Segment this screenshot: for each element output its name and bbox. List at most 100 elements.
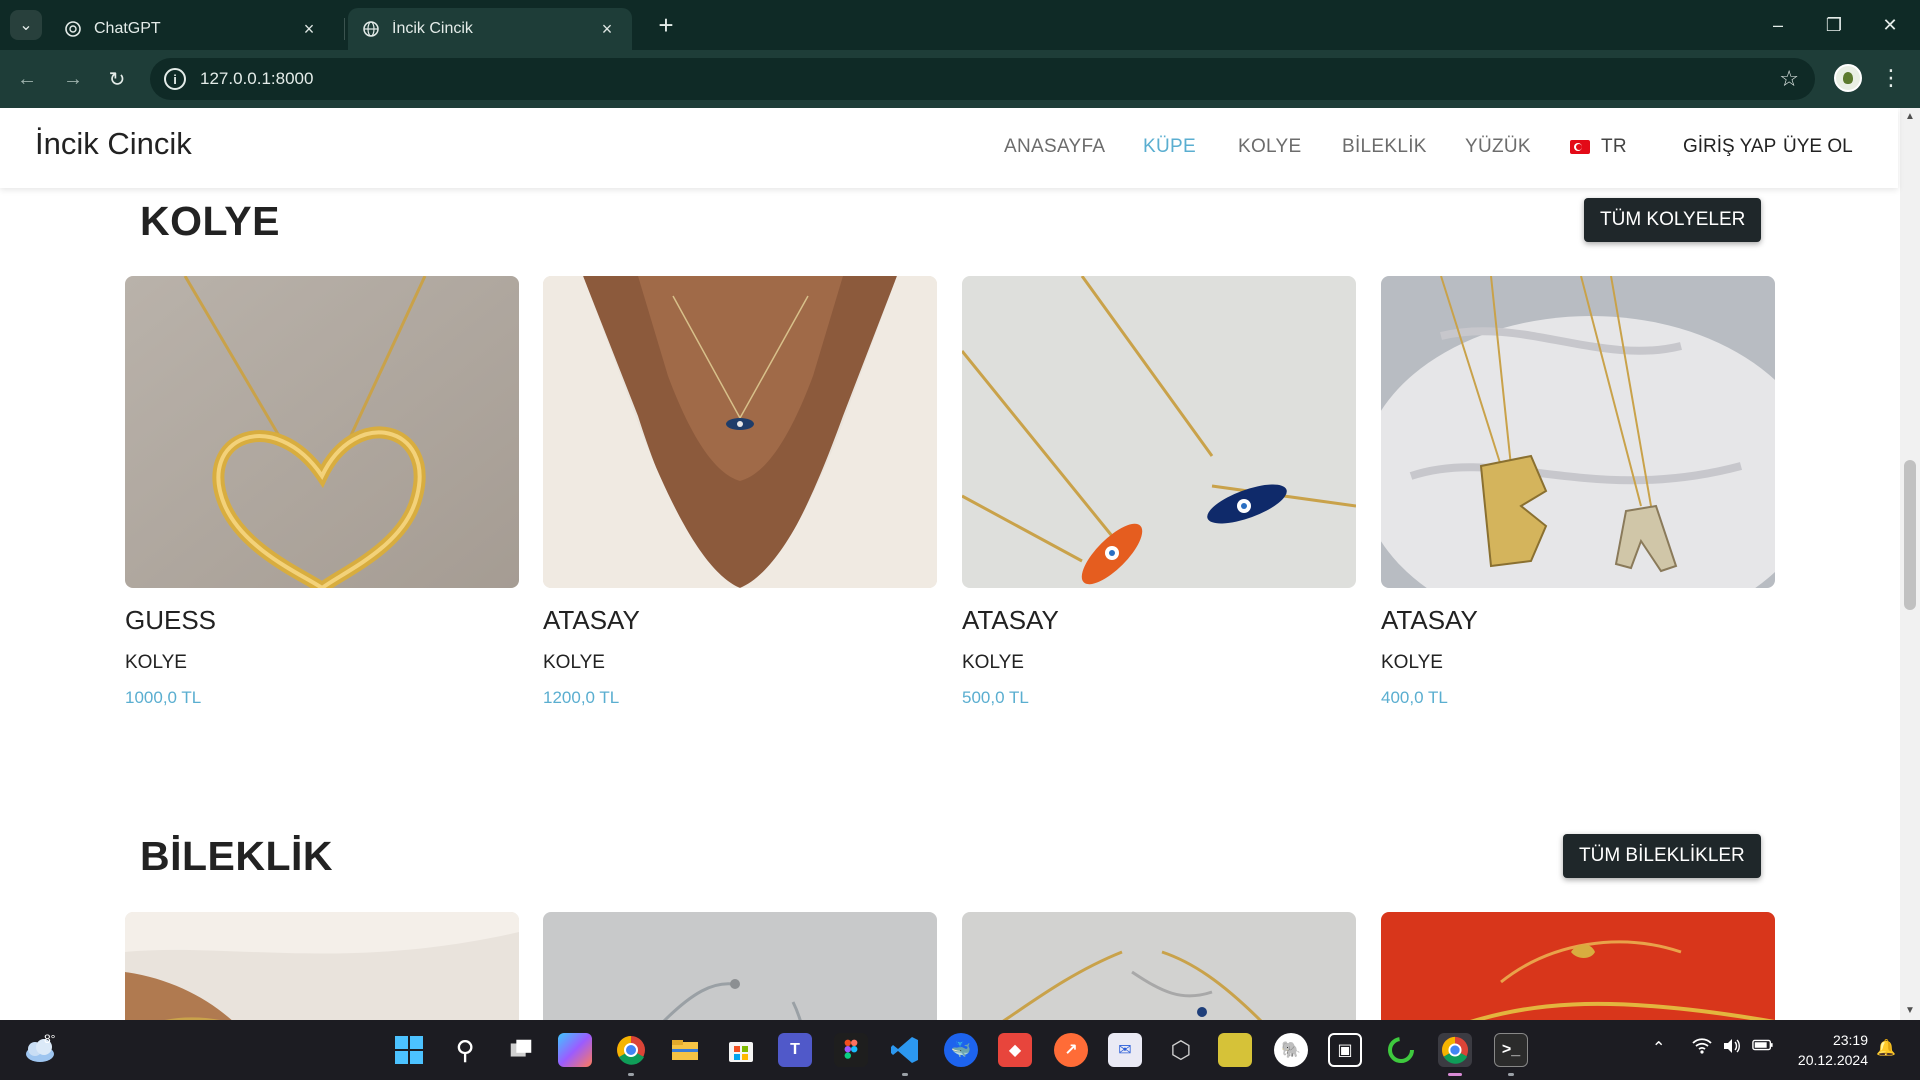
reload-button[interactable]: ↻ — [102, 64, 132, 94]
loading-ring-icon[interactable] — [1384, 1033, 1418, 1067]
nav-bileklik[interactable]: BİLEKLİK — [1342, 136, 1427, 158]
product-brand[interactable]: ATASAY — [543, 605, 640, 636]
product-brand[interactable]: GUESS — [125, 605, 216, 636]
all-necklaces-button[interactable]: TÜM KOLYELER — [1584, 198, 1762, 242]
chevron-down-icon: ⌄ — [19, 17, 33, 34]
section-title-kolye: KOLYE — [140, 198, 280, 244]
page-scrollbar[interactable]: ▲ ▼ — [1900, 108, 1920, 1020]
bookmark-star-icon[interactable]: ☆ — [1779, 66, 1799, 92]
turkey-flag-icon[interactable] — [1570, 140, 1590, 154]
chrome-active-icon[interactable] — [1438, 1033, 1472, 1067]
nav-kupe[interactable]: KÜPE — [1143, 136, 1196, 158]
weather-widget[interactable]: 8° — [22, 1032, 58, 1064]
product-category: KOLYE — [543, 652, 605, 673]
browser-menu-icon[interactable]: ⋮ — [1880, 62, 1902, 94]
microsoft-store-icon[interactable] — [724, 1033, 758, 1067]
product-image[interactable] — [543, 276, 937, 588]
chatgpt-icon — [65, 21, 81, 37]
arrow-left-icon: ← — [17, 67, 37, 90]
site-brand[interactable]: İncik Cincik — [35, 126, 192, 162]
product-image[interactable] — [1381, 912, 1775, 1020]
product-category: KOLYE — [125, 652, 187, 673]
search-icon[interactable]: ⚲ — [448, 1033, 482, 1067]
profile-avatar[interactable] — [1834, 64, 1862, 92]
arrow-right-icon: → — [63, 67, 83, 90]
info-icon[interactable]: i — [164, 68, 186, 90]
terminal-icon[interactable]: >_ — [1494, 1033, 1528, 1067]
file-explorer-icon[interactable] — [668, 1033, 702, 1067]
battery-icon[interactable] — [1752, 1038, 1774, 1057]
running-indicator — [628, 1073, 634, 1076]
login-link[interactable]: GİRİŞ YAP — [1683, 136, 1776, 158]
docker-icon[interactable]: 🐳 — [944, 1033, 978, 1067]
tab-search-button[interactable]: ⌄ — [10, 10, 42, 40]
running-indicator — [1508, 1073, 1514, 1076]
figma-icon[interactable] — [834, 1033, 868, 1067]
back-button[interactable]: ← — [12, 64, 42, 94]
all-bracelets-button[interactable]: TÜM BİLEKLİKLER — [1563, 834, 1761, 878]
running-indicator — [902, 1073, 908, 1076]
task-view-icon[interactable] — [504, 1033, 538, 1067]
product-image[interactable] — [1381, 276, 1775, 588]
scroll-up-arrow-icon[interactable]: ▲ — [1900, 108, 1920, 126]
product-image[interactable] — [125, 276, 519, 588]
section-title-bileklik: BİLEKLİK — [140, 833, 334, 879]
weather-temperature: 8° — [44, 1032, 56, 1046]
cube-app-icon[interactable]: ▣ — [1328, 1033, 1362, 1067]
register-link[interactable]: ÜYE OL — [1783, 136, 1853, 158]
nav-kolye[interactable]: KOLYE — [1238, 136, 1301, 158]
git-app-icon[interactable]: ◆ — [998, 1033, 1032, 1067]
close-icon[interactable]: × — [298, 18, 320, 40]
tab-title: İncik Cincik — [392, 20, 473, 37]
tab-title: ChatGPT — [94, 20, 161, 37]
nav-anasayfa[interactable]: ANASAYFA — [1004, 136, 1105, 158]
chrome-icon[interactable] — [614, 1033, 648, 1067]
forward-button[interactable]: → — [58, 64, 88, 94]
windows-start-icon[interactable] — [392, 1033, 426, 1067]
running-indicator — [1448, 1073, 1462, 1076]
product-brand[interactable]: ATASAY — [962, 605, 1059, 636]
new-tab-button[interactable]: + — [652, 12, 680, 40]
product-image[interactable] — [125, 912, 519, 1020]
product-price: 500,0 TL — [962, 688, 1029, 707]
product-brand[interactable]: ATASAY — [1381, 605, 1478, 636]
address-bar[interactable]: i 127.0.0.1:8000 ☆ — [150, 58, 1815, 100]
restore-button[interactable]: ❐ — [1806, 0, 1862, 50]
product-price: 1200,0 TL — [543, 688, 620, 707]
postman-icon[interactable]: ↗ — [1054, 1033, 1088, 1067]
tab-incik-cincik[interactable]: İncik Cincik × — [348, 8, 632, 50]
globe-icon — [363, 21, 379, 37]
reload-icon: ↻ — [108, 68, 126, 91]
chevron-up-icon[interactable]: ⌃ — [1652, 1038, 1665, 1058]
minimize-button[interactable]: – — [1750, 0, 1806, 50]
product-image[interactable] — [543, 912, 937, 1020]
vscode-icon[interactable] — [888, 1033, 922, 1067]
close-icon[interactable]: × — [596, 18, 618, 40]
unity-icon[interactable]: ⬡ — [1164, 1033, 1198, 1067]
language-selector[interactable]: TR — [1601, 136, 1627, 158]
window-close-button[interactable]: ✕ — [1862, 0, 1918, 50]
volume-icon[interactable] — [1722, 1038, 1742, 1059]
address-text: 127.0.0.1:8000 — [200, 69, 314, 88]
system-clock[interactable]: 23:19 20.12.2024 — [1788, 1030, 1868, 1070]
teams-icon[interactable]: T — [778, 1033, 812, 1067]
tab-divider — [344, 18, 345, 40]
product-image[interactable] — [962, 276, 1356, 588]
clock-time: 23:19 — [1832, 1032, 1868, 1048]
clock-date: 20.12.2024 — [1797, 1052, 1868, 1068]
windows-taskbar: 8° ⚲ T 🐳 ◆ ↗ ✉ ⬡ 🐘 ▣ >_ ⌃ 23:19 20.12.20… — [0, 1020, 1920, 1080]
site-navbar: İncik Cincik ANASAYFA KÜPE KOLYE BİLEKLİ… — [0, 108, 1898, 188]
product-price: 1000,0 TL — [125, 688, 202, 707]
pgadmin-icon[interactable]: 🐘 — [1274, 1033, 1308, 1067]
tab-chatgpt[interactable]: ChatGPT × — [50, 8, 334, 50]
scrollbar-thumb[interactable] — [1904, 460, 1916, 610]
wifi-icon[interactable] — [1692, 1038, 1712, 1059]
product-image[interactable] — [962, 912, 1356, 1020]
sticky-notes-icon[interactable] — [1218, 1033, 1252, 1067]
nav-yuzuk[interactable]: YÜZÜK — [1465, 136, 1531, 158]
page-viewport: İncik Cincik ANASAYFA KÜPE KOLYE BİLEKLİ… — [0, 108, 1920, 1020]
scroll-down-arrow-icon[interactable]: ▼ — [1900, 1002, 1920, 1020]
copilot-icon[interactable] — [558, 1033, 592, 1067]
mail-icon[interactable]: ✉ — [1108, 1033, 1142, 1067]
notification-bell-icon[interactable]: 🔔 — [1876, 1038, 1896, 1058]
